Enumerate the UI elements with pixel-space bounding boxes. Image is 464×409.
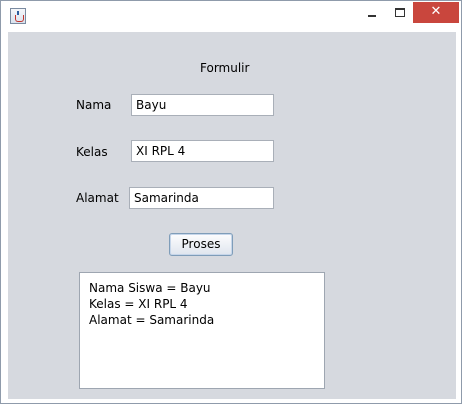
close-icon: ✕ — [430, 4, 442, 19]
output-line-alamat: Alamat = Samarinda — [89, 313, 215, 327]
nama-input[interactable] — [131, 94, 274, 116]
minimize-button[interactable] — [358, 3, 386, 23]
maximize-button[interactable] — [386, 3, 413, 23]
form-title: Formulir — [200, 61, 250, 75]
output-line-kelas: Kelas = XI RPL 4 — [89, 297, 188, 311]
proses-button[interactable]: Proses — [169, 233, 233, 256]
nama-label: Nama — [76, 98, 112, 112]
output-line-nama: Nama Siswa = Bayu — [89, 281, 211, 295]
alamat-input[interactable] — [129, 187, 274, 209]
title-bar[interactable]: ✕ — [1, 1, 461, 31]
output-textarea[interactable]: Nama Siswa = Bayu Kelas = XI RPL 4 Alama… — [79, 272, 325, 389]
kelas-label: Kelas — [76, 145, 108, 159]
close-button[interactable]: ✕ — [413, 2, 459, 23]
kelas-input[interactable] — [131, 140, 274, 162]
java-cup-icon[interactable] — [10, 8, 26, 24]
form-panel: Formulir Nama Kelas Alamat Proses Nama S… — [8, 32, 456, 399]
app-window: ✕ Formulir Nama Kelas Alamat Proses Nama… — [0, 0, 462, 404]
minimize-icon — [368, 15, 376, 17]
maximize-icon — [395, 8, 405, 17]
alamat-label: Alamat — [76, 191, 119, 205]
